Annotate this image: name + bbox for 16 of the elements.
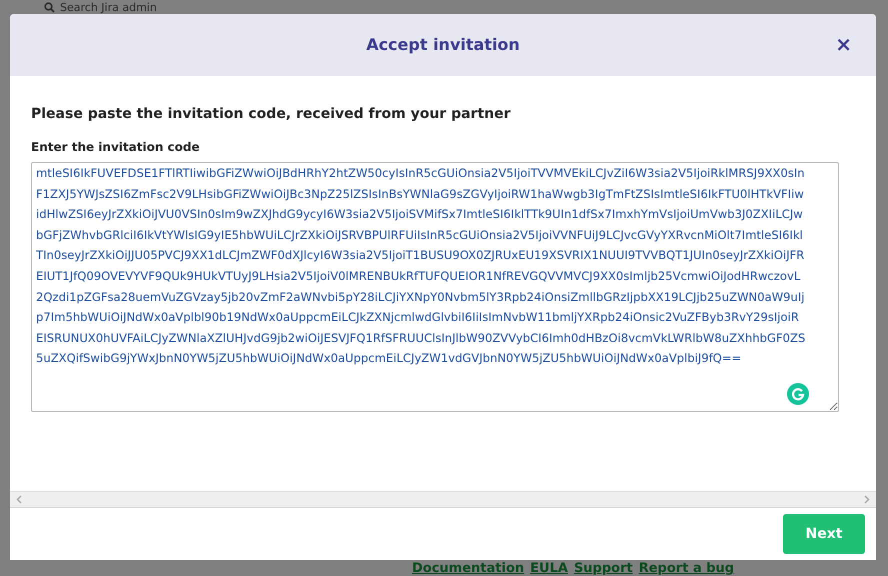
footer-link[interactable]: EULA	[530, 562, 568, 576]
next-button[interactable]: Next	[783, 514, 865, 554]
search-placeholder[interactable]: Search Jira admin	[60, 0, 157, 14]
grammar-assistant-icon[interactable]	[787, 383, 809, 405]
close-button[interactable]: ×	[831, 32, 856, 56]
instruction-heading: Please paste the invitation code, received from your partner	[31, 105, 512, 124]
scroll-left-icon[interactable]	[16, 495, 22, 504]
search-icon	[44, 2, 55, 12]
field-label: Enter the invitation code	[31, 139, 201, 156]
scroll-right-icon[interactable]	[864, 495, 870, 504]
footer-link[interactable]: Documentation	[412, 562, 524, 576]
footer-link[interactable]: Report a bug	[638, 562, 734, 576]
invitation-code-field[interactable]: mtleSI6IkFUVEFDSE1FTlRTIiwibGFiZWwiOiJBdHRhY2htZW50cyIsInR5cGUiOnsia2V5IjoiTVVMVEkiLCJvZiI6W3sia2V5IjoiRklMRSJ9XX0sInF1ZXJ5YWJsZSI6ZmFsc2V9LHsibGFiZWwiOiJBc3NpZ25lZSIsInBsYWNlaG9sZGVyIjoiRW1haWwgb3IgTmFtZSIsImtleSI6IkFTU0lHTkVFIiwidHlwZSI6eyJrZXkiOiJVU0VSIn0sIm9wZXJhdG9ycyI6W3sia2V5IjoiSVMifSx7ImtleSI6IklTTk9UIn1dfSx7ImxhYmVsIjoiUmVwb3J0ZXIiLCJwbGFjZWhvbGRlciI6IkVtYWlsIG9yIE5hbWUiLCJrZXkiOiJSRVBPUlRFUiIsInR5cGUiOnsia2V5IjoiVVNFUiJ9LCJvcGVyYXRvcnMiOlt7ImtleSI6IklTIn0seyJrZXkiOiJJU05PVCJ9XX1dLCJmZWF0dXJlcyI6W3sia2V5IjoiT1BUSU9OX0ZJRUxEU19XSVRIX1NUUI9TVVBQT1JUIn0seyJrZXkiOiJFREIUT1JfQ09OVEVYVF9QUk9HUkVTUyJ9LHsia2V5IjoiV0lMRENBUkRfTUFQUEIOR1NfREVGQVVMVCJ9XX0sImljb25VcmwiOiJodHRwczovL2Qzdi1pZGFsa28uemVuZGVzay5jb20vZmF2aWNvbi5pY28iLCJiYXNpY0Nvbm5lY3Rpb24iOnsiZmllbGRzIjpbXX19LCJjb25uZWN0aW9uIjp7Im5hbWUiOiJNdWx0aVplbl90b19NdWx0aUppcmEiLCJkZXNjcmlwdGlvbiI6IiIsImNvbW11bmljYXRpb24iOnsic2VuZFByb3RvY29sIjoiREISRUNUX0hUVFAiLCJyZWNlaXZlUHJvdG9jb2wiOiJESVJFQ1RfSFRUUClsInJlbW90ZVVybCI6Imh0dHBzOi8vcmVkLWRlbW8uZXhhbGF0ZS5uZXQifSwibG9jYWxJbnN0YW5jZU5hbWUiOiJNdWx0aUppcmEiLCJyZW1vdGVJbnN0YW5jZU5hbWUiOiJNdWx0aVplbiJ9fQ==	[31, 162, 839, 412]
modal-title: Accept invitation	[366, 34, 520, 56]
horizontal-scrollbar[interactable]	[10, 491, 876, 507]
footer-link[interactable]: Support	[574, 562, 633, 576]
